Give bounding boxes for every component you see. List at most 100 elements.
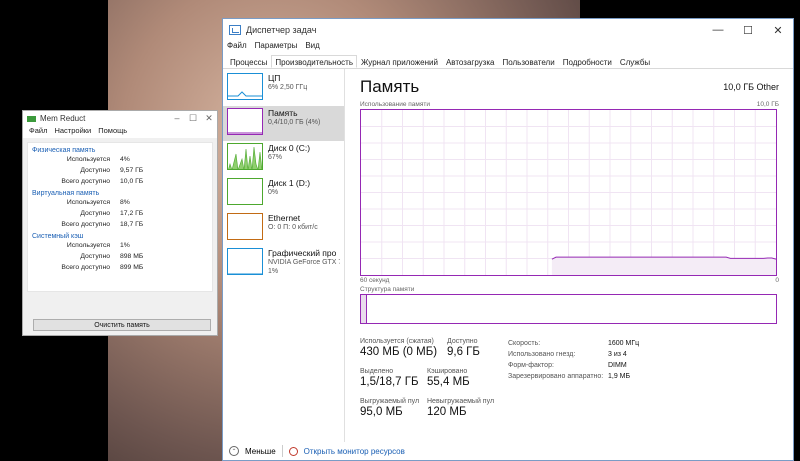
memory-usage-graph bbox=[360, 109, 777, 276]
sidebar-item-disk1[interactable]: Диск 1 (D:) 0% bbox=[223, 176, 344, 211]
maximize-button[interactable]: ☐ bbox=[733, 19, 763, 41]
row-label: Используется bbox=[66, 199, 110, 206]
menu-options[interactable]: Параметры bbox=[255, 41, 298, 55]
row-label: Доступно bbox=[80, 253, 110, 260]
disk0-thumbnail-graph bbox=[227, 143, 263, 170]
row-label: Доступно bbox=[80, 167, 110, 174]
row-value: 17,2 ГБ bbox=[120, 210, 144, 217]
task-manager-footer: ⌃ Меньше Открыть монитор ресурсов bbox=[223, 442, 793, 460]
slots-used-value: 3 из 4 bbox=[608, 351, 627, 358]
row-value: 18,7 ГБ bbox=[120, 221, 144, 228]
memory-thumbnail-graph bbox=[227, 108, 263, 135]
sidebar-item-label: Диск 0 (C:) bbox=[268, 143, 311, 153]
menu-bar: Файл Параметры Вид bbox=[223, 41, 793, 55]
graph-min-label: 0 bbox=[775, 277, 779, 284]
row-value: 9,57 ГБ bbox=[120, 167, 144, 174]
memory-usage-area bbox=[551, 257, 776, 275]
sidebar-item-gpu[interactable]: Графический про NVIDIA GeForce GTX 76( 1… bbox=[223, 246, 344, 281]
paged-pool-label: Выгружаемый пул bbox=[360, 398, 420, 405]
tab-startup[interactable]: Автозагрузка bbox=[442, 55, 499, 68]
nonpaged-pool-label: Невыгружаемый пул bbox=[427, 398, 495, 405]
sidebar-item-sub: О: 0 П: 0 кбит/с bbox=[268, 224, 318, 231]
menu-settings[interactable]: Настройки bbox=[54, 126, 91, 138]
cached-label: Кэшировано bbox=[427, 368, 468, 375]
minimize-button[interactable]: – bbox=[169, 113, 185, 124]
task-manager-icon bbox=[229, 25, 241, 35]
cached-value: 55,4 МБ bbox=[427, 376, 470, 388]
paged-pool-value: 95,0 МБ bbox=[360, 406, 403, 418]
slots-used-label: Использовано гнезд: bbox=[508, 351, 576, 358]
mem-reduct-title: Mem Reduct bbox=[40, 114, 86, 123]
close-button[interactable]: ✕ bbox=[201, 113, 217, 124]
nonpaged-pool-value: 120 МБ bbox=[427, 406, 467, 418]
sidebar-item-label: ЦП bbox=[268, 73, 281, 83]
hardware-reserved-label: Зарезервировано аппаратно: bbox=[508, 373, 604, 380]
mem-reduct-titlebar[interactable]: Mem Reduct – ☐ ✕ bbox=[23, 111, 217, 126]
sidebar-item-label: Ethernet bbox=[268, 213, 301, 223]
graph-label: Использование памяти bbox=[360, 101, 430, 108]
tab-processes[interactable]: Процессы bbox=[226, 55, 271, 68]
tab-services[interactable]: Службы bbox=[616, 55, 654, 68]
clean-memory-button[interactable]: Очистить память bbox=[33, 319, 211, 331]
sidebar-item-ethernet[interactable]: Ethernet О: 0 П: 0 кбит/с bbox=[223, 211, 344, 246]
sidebar-item-sub: 0,4/10,0 ГБ (4%) bbox=[268, 119, 321, 126]
sidebar-item-sub: NVIDIA GeForce GTX 76( bbox=[268, 259, 340, 266]
section-virtual-memory: Виртуальная память bbox=[32, 190, 100, 197]
task-manager-window: Диспетчер задач — ☐ ✕ Файл Параметры Вид… bbox=[222, 18, 794, 461]
sidebar-item-label: Диск 1 (D:) bbox=[268, 178, 311, 188]
row-label: Всего доступно bbox=[61, 264, 110, 271]
in-use-value: 430 МБ (0 МБ) bbox=[360, 346, 438, 358]
memory-stats: Используется (сжатая) 430 МБ (0 МБ) Дост… bbox=[360, 338, 779, 438]
tab-app-history[interactable]: Журнал приложений bbox=[357, 55, 442, 68]
row-label: Всего доступно bbox=[61, 178, 110, 185]
menu-file[interactable]: Файл bbox=[227, 41, 247, 55]
row-label: Используется bbox=[66, 156, 110, 163]
memory-detail-panel: Память 10,0 ГБ Other Использование памят… bbox=[345, 69, 793, 442]
minimize-button[interactable]: — bbox=[703, 19, 733, 41]
row-value: 899 МБ bbox=[120, 264, 144, 271]
sidebar-item-sub2: 1% bbox=[268, 268, 279, 275]
page-title: Память bbox=[360, 77, 420, 96]
tab-users[interactable]: Пользователи bbox=[498, 55, 558, 68]
close-button[interactable]: ✕ bbox=[763, 19, 793, 41]
section-system-cache: Системный кэш bbox=[32, 233, 84, 240]
speed-label: Скорость: bbox=[508, 340, 541, 347]
speed-value: 1600 МГц bbox=[608, 340, 640, 347]
sidebar-item-disk0[interactable]: Диск 0 (C:) 67% bbox=[223, 141, 344, 176]
in-use-label: Используется (сжатая) bbox=[360, 338, 434, 345]
menu-view[interactable]: Вид bbox=[305, 41, 319, 55]
memory-composition-label: Структура памяти bbox=[360, 286, 415, 293]
mem-reduct-window: Mem Reduct – ☐ ✕ Файл Настройки Помощь Ф… bbox=[22, 110, 218, 336]
sidebar-item-sub: 67% bbox=[268, 154, 283, 161]
available-label: Доступно bbox=[447, 338, 478, 345]
resource-monitor-icon bbox=[288, 446, 298, 456]
tab-details[interactable]: Подробности bbox=[559, 55, 616, 68]
row-value: 4% bbox=[120, 156, 130, 163]
row-label: Используется bbox=[66, 242, 110, 249]
sidebar-item-sub: 6% 2,50 ГГц bbox=[268, 84, 308, 91]
tab-performance[interactable]: Производительность bbox=[271, 55, 357, 68]
sidebar-item-label: Память bbox=[268, 108, 298, 118]
open-resource-monitor-link[interactable]: Открыть монитор ресурсов bbox=[304, 447, 405, 456]
fewer-details-link[interactable]: Меньше bbox=[245, 447, 276, 456]
gpu-thumbnail-graph bbox=[227, 248, 263, 275]
memory-usage-graph-svg bbox=[361, 110, 776, 275]
row-value: 8% bbox=[120, 199, 130, 206]
task-manager-titlebar[interactable]: Диспетчер задач — ☐ ✕ bbox=[223, 19, 793, 41]
mem-reduct-app-icon bbox=[27, 115, 36, 122]
memory-composition-bar bbox=[360, 294, 777, 324]
sidebar-item-memory[interactable]: Память 0,4/10,0 ГБ (4%) bbox=[223, 106, 344, 141]
sidebar-item-cpu[interactable]: ЦП 6% 2,50 ГГц bbox=[223, 71, 344, 106]
cpu-thumbnail-graph bbox=[227, 73, 263, 100]
available-value: 9,6 ГБ bbox=[447, 346, 480, 358]
row-value: 10,0 ГБ bbox=[120, 178, 144, 185]
chevron-up-icon[interactable]: ⌃ bbox=[229, 446, 239, 456]
mem-reduct-menu-bar: Файл Настройки Помощь bbox=[23, 126, 217, 138]
graph-max-label: 10,0 ГБ bbox=[756, 101, 779, 108]
menu-help[interactable]: Помощь bbox=[98, 126, 127, 138]
maximize-button[interactable]: ☐ bbox=[185, 113, 201, 124]
row-value: 1% bbox=[120, 242, 130, 249]
menu-file[interactable]: Файл bbox=[29, 126, 47, 138]
committed-label: Выделено bbox=[360, 368, 394, 375]
form-factor-label: Форм-фактор: bbox=[508, 362, 554, 369]
